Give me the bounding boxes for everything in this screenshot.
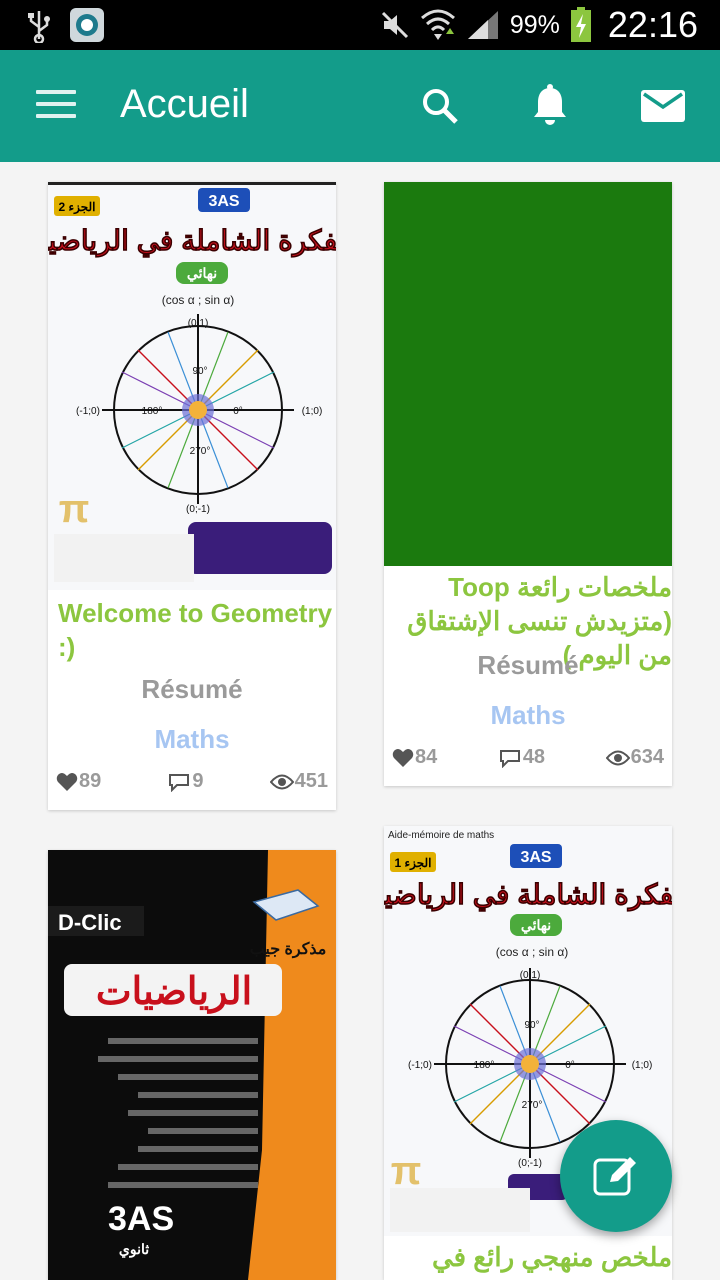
card-1[interactable]: 3AS الجزء 2 المفكرة الشاملة في الرياضيات… [48,182,336,810]
likes-stat: 89 [56,770,101,793]
cover-subheading: نهائي [187,265,217,282]
svg-text:(0;1): (0;1) [520,970,541,981]
search-icon[interactable] [420,86,460,126]
app-bar: Accueil [0,50,720,162]
cover-level: 3AS [108,1200,174,1238]
svg-text:90°: 90° [192,366,207,377]
likes-count: 84 [415,746,438,768]
card-type: Résumé [141,674,243,704]
bell-icon[interactable] [530,84,570,128]
heart-icon [56,772,78,791]
mail-icon[interactable] [640,88,686,124]
eye-icon [605,750,630,765]
card-thumbnail: D-Clic مذكرة جيب الرياضيات 3AS ثانوي [48,850,336,1280]
usb-icon [28,11,50,43]
cover-formula: (cos α ; sin α) [162,293,235,307]
views-stat: 634 [605,746,664,769]
comments-stat: 9 [167,770,204,793]
cover-part: الجزء 1 [394,856,431,871]
menu-icon[interactable] [36,90,76,122]
svg-text:(0;-1): (0;-1) [186,504,210,515]
battery-icon [570,7,591,42]
comments-count: 9 [192,770,204,792]
svg-text:270°: 270° [190,446,211,457]
card-thumbnail [384,182,672,566]
signal-icon [467,11,498,39]
card-3[interactable]: D-Clic مذكرة جيب الرياضيات 3AS ثانوي [48,850,336,1280]
cover-part: الجزء 2 [58,200,95,215]
wifi-icon [420,9,455,40]
likes-stat: 84 [392,746,437,769]
comments-stat: 48 [498,746,545,769]
edit-icon [593,1157,636,1196]
cover-heading: الرياضيات [96,971,252,1014]
card-subject: Maths [490,700,566,730]
svg-text:π: π [391,1149,422,1193]
svg-text:(0;-1): (0;-1) [518,1158,542,1169]
svg-text:(-1;0): (-1;0) [408,1060,432,1071]
svg-text:π: π [59,487,90,531]
svg-text:(1;0): (1;0) [632,1060,653,1071]
svg-text:(0;1): (0;1) [188,318,209,329]
svg-text:180°: 180° [474,1060,495,1071]
card-title: ملخص منهجي رائع في [431,1242,672,1272]
card-type: Résumé [477,650,579,680]
views-count: 634 [630,746,664,768]
cover-header: Aide-mémoire de maths [388,830,494,841]
compose-fab[interactable] [560,1120,672,1232]
svg-text:180°: 180° [142,406,163,417]
cover-heading: المفكرة الشاملة في الرياضيات [48,225,336,258]
card-thumbnail: 3AS الجزء 2 المفكرة الشاملة في الرياضيات… [48,182,336,590]
views-stat: 451 [269,770,328,793]
status-bar: 99% 22:16 [0,0,720,50]
svg-text:(-1;0): (-1;0) [76,406,100,417]
card-title: Welcome to Geometry :) [58,598,333,662]
comments-count: 48 [522,746,546,768]
cover-formula: (cos α ; sin α) [496,945,569,959]
mute-icon [381,11,408,39]
svg-text:(1;0): (1;0) [302,406,323,417]
heart-icon [392,748,414,767]
svg-text:0°: 0° [233,406,243,417]
card-stats: 84 48 634 [392,746,664,769]
eye-icon [269,774,294,789]
card-stats: 89 9 451 [56,770,328,793]
cover-sublevel: ثانوي [119,1241,149,1258]
cover-heading: المفكرة الشاملة في الرياضيات [384,879,672,912]
app-icon [70,8,104,42]
cover-level: 3AS [208,193,239,210]
card-2[interactable]: ملخصات رائعة Toop (متزيدش تنسى الإشتقاق … [384,182,672,786]
svg-text:0°: 0° [565,1060,575,1071]
battery-percent: 99% [509,10,560,39]
comment-icon [169,773,190,792]
card-subject: Maths [154,724,230,754]
likes-count: 89 [79,770,102,792]
views-count: 451 [294,770,328,792]
svg-text:90°: 90° [524,1020,539,1031]
page-title: Accueil [120,82,249,126]
svg-text:270°: 270° [522,1100,543,1111]
cover-level: 3AS [520,849,551,866]
cover-top: مذكرة جيب [250,941,327,959]
cover-subheading: نهائي [521,917,551,934]
comment-icon [499,749,520,768]
cover-brand: D-Clic [58,910,122,935]
clock: 22:16 [607,4,698,45]
